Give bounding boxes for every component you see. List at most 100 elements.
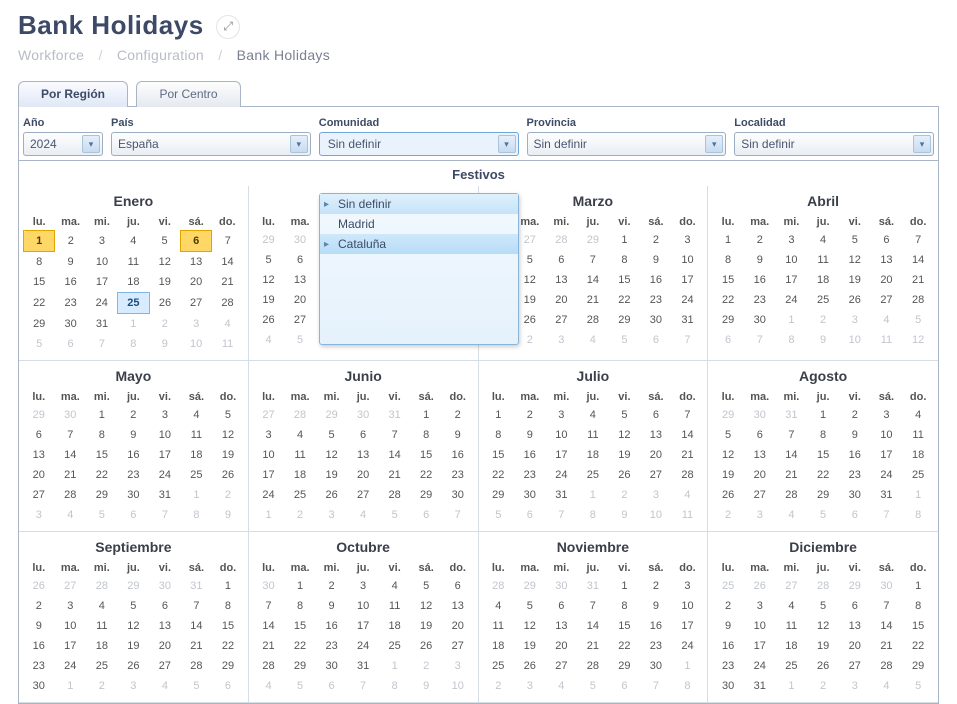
calendar-day[interactable]: 14 [212,252,243,273]
calendar-day[interactable]: 27 [149,656,181,676]
calendar-day[interactable]: 30 [23,676,55,696]
calendar-day[interactable]: 24 [871,465,903,485]
calendar-day[interactable]: 8 [410,425,442,445]
calendar-day[interactable]: 8 [212,596,244,616]
calendar-day[interactable]: 12 [712,445,744,465]
tab-por-region[interactable]: Por Región [18,81,128,107]
calendar-day[interactable]: 3 [86,231,117,252]
calendar-day[interactable]: 9 [712,616,744,636]
calendar-day[interactable]: 12 [316,445,348,465]
calendar-day[interactable]: 17 [86,272,117,293]
calendar-day[interactable]: 27 [23,485,55,505]
calendar-day[interactable]: 30 [640,310,672,330]
community-select[interactable]: ▾ [319,132,519,156]
calendar-day[interactable]: 13 [640,425,672,445]
calendar-day[interactable]: 4 [379,576,411,596]
calendar-day[interactable]: 9 [23,616,55,636]
calendar-day[interactable]: 24 [86,293,117,314]
calendar-day[interactable]: 11 [807,250,839,270]
calendar-day[interactable]: 20 [23,465,55,485]
calendar-day[interactable]: 3 [149,405,181,425]
calendar-day[interactable]: 12 [149,252,180,273]
calendar-day[interactable]: 25 [483,656,515,676]
calendar-day[interactable]: 14 [902,250,934,270]
calendar-day[interactable]: 9 [744,250,776,270]
calendar-day[interactable]: 29 [483,485,515,505]
calendar-day[interactable]: 18 [776,636,808,656]
calendar-day[interactable]: 17 [871,445,903,465]
calendar-day[interactable]: 5 [149,231,180,252]
calendar-day[interactable]: 23 [442,465,474,485]
calendar-day[interactable]: 27 [546,310,578,330]
calendar-day[interactable]: 17 [253,465,285,485]
calendar-day[interactable]: 6 [640,405,672,425]
calendar-day[interactable]: 14 [577,270,609,290]
calendar-day[interactable]: 26 [807,656,839,676]
calendar-day[interactable]: 1 [24,231,55,252]
calendar-day[interactable]: 10 [744,616,776,636]
calendar-day[interactable]: 29 [284,656,316,676]
calendar-day[interactable]: 24 [253,485,285,505]
calendar-day[interactable]: 2 [839,405,871,425]
calendar-day[interactable]: 7 [212,231,243,252]
calendar-day[interactable]: 15 [86,445,118,465]
calendar-day[interactable]: 13 [284,270,316,290]
calendar-day[interactable]: 24 [672,636,704,656]
calendar-day[interactable]: 15 [410,445,442,465]
calendar-day[interactable]: 21 [672,445,704,465]
calendar-day[interactable]: 11 [86,616,118,636]
calendar-day[interactable]: 30 [514,485,546,505]
calendar-day[interactable]: 15 [712,270,744,290]
calendar-day[interactable]: 13 [871,250,903,270]
calendar-day[interactable]: 31 [347,656,379,676]
calendar-day[interactable]: 29 [24,314,55,335]
calendar-day[interactable]: 26 [212,465,244,485]
calendar-day[interactable]: 9 [118,425,150,445]
calendar-day[interactable]: 1 [86,405,118,425]
calendar-day[interactable]: 28 [253,656,285,676]
calendar-day[interactable]: 7 [871,596,903,616]
calendar-day[interactable]: 28 [577,310,609,330]
calendar-day[interactable]: 3 [776,230,808,250]
calendar-day[interactable]: 5 [839,230,871,250]
calendar-day[interactable]: 17 [672,270,704,290]
calendar-day[interactable]: 25 [181,465,213,485]
calendar-day[interactable]: 11 [483,616,515,636]
calendar-day[interactable]: 31 [871,485,903,505]
calendar-day[interactable]: 23 [55,293,86,314]
calendar-day[interactable]: 9 [640,596,672,616]
calendar-day[interactable]: 2 [442,405,474,425]
calendar-day[interactable]: 10 [347,596,379,616]
calendar-day[interactable]: 19 [410,616,442,636]
calendar-day[interactable]: 9 [442,425,474,445]
calendar-day[interactable]: 17 [776,270,808,290]
tab-por-centro[interactable]: Por Centro [136,81,240,107]
calendar-day[interactable]: 1 [483,405,515,425]
calendar-day[interactable]: 31 [546,485,578,505]
calendar-day[interactable]: 2 [316,576,348,596]
calendar-day[interactable]: 7 [577,596,609,616]
calendar-day[interactable]: 22 [609,290,641,310]
calendar-day[interactable]: 15 [609,616,641,636]
calendar-day[interactable]: 30 [55,314,86,335]
calendar-day[interactable]: 2 [744,230,776,250]
calendar-day[interactable]: 14 [379,445,411,465]
calendar-day[interactable]: 23 [640,290,672,310]
calendar-day[interactable]: 23 [514,465,546,485]
calendar-day[interactable]: 29 [807,485,839,505]
calendar-day[interactable]: 25 [902,465,934,485]
calendar-day[interactable]: 6 [871,230,903,250]
calendar-day[interactable]: 12 [839,250,871,270]
calendar-day[interactable]: 30 [744,310,776,330]
calendar-day[interactable]: 8 [712,250,744,270]
calendar-day[interactable]: 26 [514,656,546,676]
calendar-day[interactable]: 26 [316,485,348,505]
calendar-day[interactable]: 11 [379,596,411,616]
calendar-day[interactable]: 17 [546,445,578,465]
calendar-day[interactable]: 11 [118,252,149,273]
calendar-day[interactable]: 1 [712,230,744,250]
calendar-day[interactable]: 22 [86,465,118,485]
calendar-day[interactable]: 21 [181,636,213,656]
calendar-day[interactable]: 16 [640,270,672,290]
calendar-day[interactable]: 3 [347,576,379,596]
